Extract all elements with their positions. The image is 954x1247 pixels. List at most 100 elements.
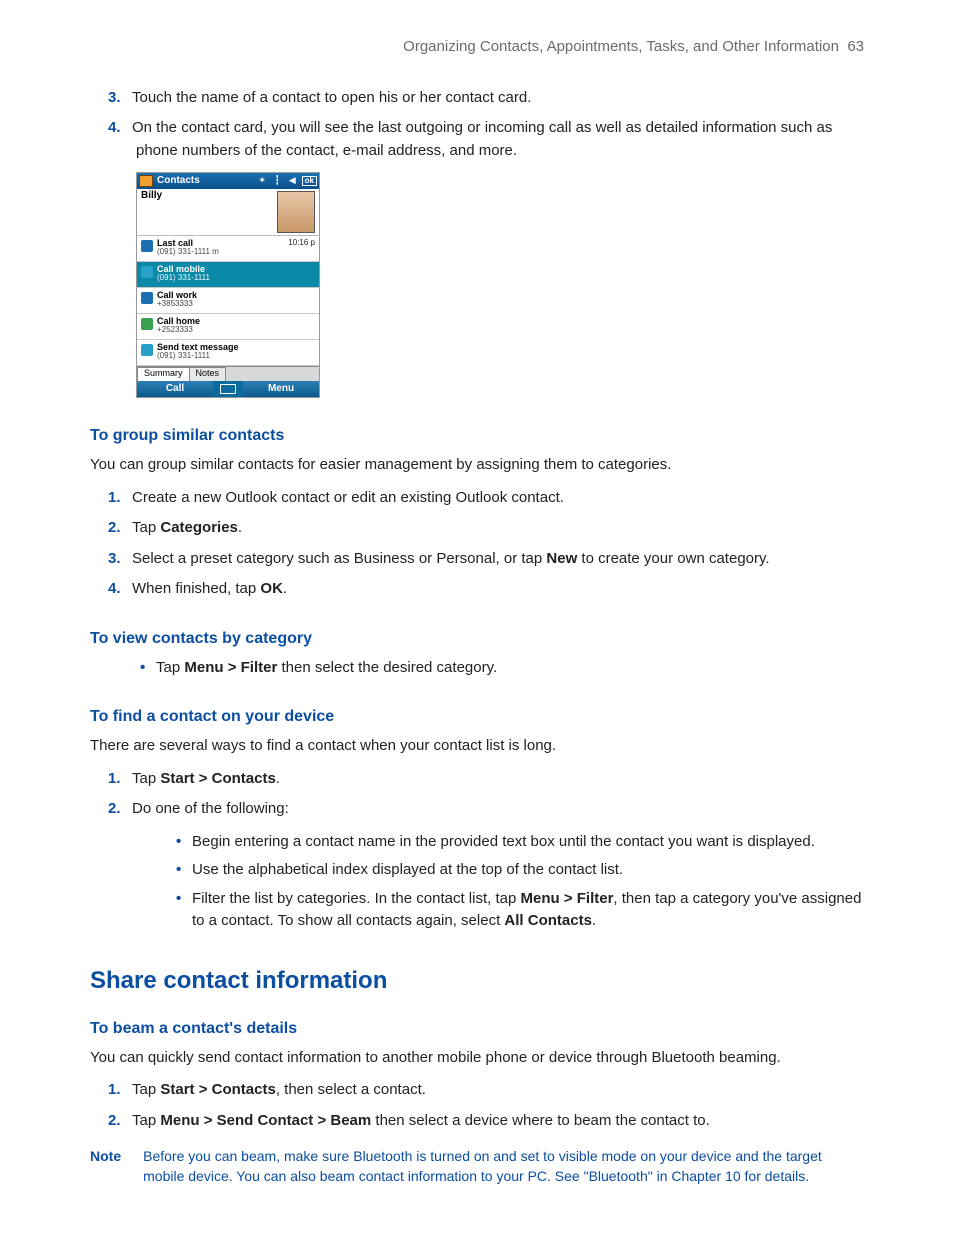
device-screenshot: Contacts ✶ ┇ ◀ ok Billy Last call(091) 3… [136,172,320,398]
action-time: 10:16 p [288,239,315,247]
heading-group-contacts: To group similar contacts [90,424,864,448]
signal-icon[interactable]: ┇ [272,176,283,187]
keyboard-icon [220,384,236,394]
step-text: When finished, tap OK. [132,580,287,597]
page: Organizing Contacts, Appointments, Tasks… [0,0,954,1247]
heading-find-contact: To find a contact on your device [90,705,864,729]
action-subtitle: +2523333 [157,326,315,334]
volume-icon[interactable]: ◀ [287,176,298,187]
step-3: 3.Touch the name of a contact to open hi… [136,87,864,110]
connectivity-icon[interactable]: ✶ [257,176,268,187]
bullet-item: Filter the list by categories. In the co… [176,888,864,933]
bold-text: Menu > Filter [184,659,277,676]
page-header: Organizing Contacts, Appointments, Tasks… [90,36,864,59]
step-number: 4. [108,578,132,601]
action-subtitle: (091) 331-1111 m [157,248,284,256]
tab-summary[interactable]: Summary [137,367,190,381]
app-title: Contacts [157,176,253,187]
step-text: Tap Start > Contacts, then select a cont… [132,1081,426,1098]
contact-photo [277,191,315,233]
step-number: 1. [108,487,132,510]
contact-name: Billy [141,191,162,202]
intro-steps: 3.Touch the name of a contact to open hi… [90,87,864,163]
action-subtitle: (091) 331-1111 [157,352,315,360]
note-label: Note [90,1146,121,1187]
heading-beam: To beam a contact's details [90,1017,864,1041]
softkey-right[interactable]: Menu [243,384,319,395]
device-titlebar: Contacts ✶ ┇ ◀ ok [137,173,319,189]
action-subtitle: +3853333 [157,300,315,308]
step-number: 2. [108,798,132,821]
find-sub-bullets: Begin entering a contact name in the pro… [90,831,864,933]
group-steps: 1.Create a new Outlook contact or edit a… [90,487,864,601]
find-steps: 1.Tap Start > Contacts.2.Do one of the f… [90,768,864,821]
contact-action-row[interactable]: Last call(091) 331-1111 m10:16 p [137,236,319,262]
bullet-item: Use the alphabetical index displayed at … [176,859,864,882]
step-number: 3. [108,548,132,571]
heading-share: Share contact information [90,963,864,999]
step-text: Tap Start > Contacts. [132,770,280,787]
contact-header: Billy [137,189,319,236]
action-icon [141,240,153,252]
contact-action-row[interactable]: Call home+2523333 [137,314,319,340]
action-subtitle: (091) 331-1111 [157,274,315,282]
list-item: 1.Tap Start > Contacts, then select a co… [136,1079,864,1102]
list-item: 1.Tap Start > Contacts. [136,768,864,791]
step-number: 3. [108,87,132,110]
step-4: 4.On the contact card, you will see the … [136,117,864,162]
softkey-bar: Call Menu [137,381,319,397]
page-number: 63 [847,38,864,55]
bold-text: New [546,550,577,567]
tab-notes[interactable]: Notes [189,367,227,381]
list-item: 2.Tap Menu > Send Contact > Beam then se… [136,1110,864,1133]
step-text: On the contact card, you will see the la… [132,119,832,159]
step-text: Tap Categories. [132,519,242,536]
contact-action-row[interactable]: Call work+3853333 [137,288,319,314]
share-steps: 1.Tap Start > Contacts, then select a co… [90,1079,864,1132]
step-number: 1. [108,1079,132,1102]
chapter-title: Organizing Contacts, Appointments, Tasks… [403,38,839,55]
step-number: 1. [108,768,132,791]
ok-button[interactable]: ok [302,176,317,186]
list-item: 4.When finished, tap OK. [136,578,864,601]
note-text: Before you can beam, make sure Bluetooth… [143,1146,864,1187]
bold-text: Menu > Send Contact > Beam [160,1112,371,1129]
list-item: 3.Select a preset category such as Busin… [136,548,864,571]
bold-text: Menu > Filter [520,890,613,907]
step-number: 2. [108,517,132,540]
step-text: Tap Menu > Send Contact > Beam then sele… [132,1112,710,1129]
find-intro: There are several ways to find a contact… [90,735,864,758]
bullet-item: Begin entering a contact name in the pro… [176,831,864,854]
action-icon [141,266,153,278]
list-item: 1.Create a new Outlook contact or edit a… [136,487,864,510]
step-number: 2. [108,1110,132,1133]
start-icon[interactable] [139,175,153,187]
action-icon [141,292,153,304]
group-intro: You can group similar contacts for easie… [90,454,864,477]
bullet-item: Tap Menu > Filter then select the desire… [140,657,864,680]
action-icon [141,318,153,330]
bold-text: OK [260,580,283,597]
step-text: Create a new Outlook contact or edit an … [132,489,564,506]
note-block: Note Before you can beam, make sure Blue… [90,1146,864,1187]
step-text: Select a preset category such as Busines… [132,550,770,567]
bold-text: Start > Contacts [160,770,275,787]
viewcat-bullets: Tap Menu > Filter then select the desire… [90,657,864,680]
share-intro: You can quickly send contact information… [90,1047,864,1070]
softkey-keyboard[interactable] [213,381,243,397]
bold-text: Start > Contacts [160,1081,275,1098]
contact-action-row[interactable]: Send text message(091) 331-1111 [137,340,319,366]
list-item: 2.Do one of the following: [136,798,864,821]
softkey-left[interactable]: Call [137,384,213,395]
list-item: 2.Tap Categories. [136,517,864,540]
bold-text: Categories [160,519,238,536]
heading-view-category: To view contacts by category [90,627,864,651]
step-number: 4. [108,117,132,140]
contact-action-list: Last call(091) 331-1111 m10:16 pCall mob… [137,236,319,366]
bold-text: All Contacts [504,912,592,929]
action-icon [141,344,153,356]
contact-action-row[interactable]: Call mobile(091) 331-1111 [137,262,319,288]
step-text: Do one of the following: [132,800,289,817]
step-text: Touch the name of a contact to open his … [132,89,531,106]
tab-strip: Summary Notes [137,366,319,381]
